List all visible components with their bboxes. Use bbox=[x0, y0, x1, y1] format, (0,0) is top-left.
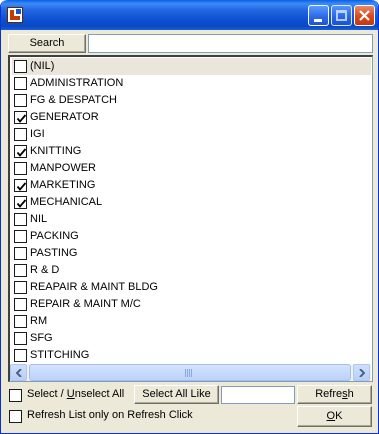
list-item-checkbox[interactable] bbox=[14, 162, 27, 175]
refresh-button[interactable]: Refresh bbox=[297, 385, 372, 404]
list-item[interactable]: GENERATOR bbox=[12, 109, 371, 126]
app-icon bbox=[7, 7, 23, 23]
scroll-left-button[interactable] bbox=[10, 364, 27, 381]
list-item-label: FG & DESPATCH bbox=[30, 94, 117, 106]
list-item[interactable]: REAPAIR & MAINT BLDG bbox=[12, 279, 371, 296]
list-item-label: MARKETING bbox=[30, 179, 96, 191]
list-item-checkbox[interactable] bbox=[14, 230, 27, 243]
list-item-checkbox[interactable] bbox=[14, 196, 27, 209]
list-item-checkbox[interactable] bbox=[14, 128, 27, 141]
list-item[interactable]: MARKETING bbox=[12, 177, 371, 194]
refresh-on-click-label: Refresh List only on Refresh Click bbox=[27, 409, 193, 421]
list-item[interactable]: FG & DESPATCH bbox=[12, 92, 371, 109]
scroll-right-button[interactable] bbox=[353, 364, 370, 381]
list-item-checkbox[interactable] bbox=[14, 60, 27, 73]
maximize-icon bbox=[336, 10, 347, 21]
list-item-checkbox[interactable] bbox=[14, 111, 27, 124]
list-item[interactable]: NIL bbox=[12, 211, 371, 228]
list-item[interactable]: MECHANICAL bbox=[12, 194, 371, 211]
search-button[interactable]: Search bbox=[8, 34, 86, 53]
list-item-checkbox[interactable] bbox=[14, 264, 27, 277]
search-input[interactable] bbox=[88, 34, 373, 53]
select-unselect-all-label: Select / Unselect All bbox=[27, 388, 125, 400]
list-item-checkbox[interactable] bbox=[14, 298, 27, 311]
list-item-checkbox[interactable] bbox=[14, 315, 27, 328]
list-item-label: R & D bbox=[30, 264, 60, 276]
list-item-checkbox[interactable] bbox=[14, 332, 27, 345]
list-item[interactable]: RM bbox=[12, 313, 371, 330]
list-item-label: SFG bbox=[30, 332, 53, 344]
list-item-checkbox[interactable] bbox=[14, 145, 27, 158]
close-icon bbox=[359, 10, 370, 21]
list-item[interactable]: R & D bbox=[12, 262, 371, 279]
list-item-label: NIL bbox=[30, 213, 48, 225]
list-item-checkbox[interactable] bbox=[14, 77, 27, 90]
select-all-like-button[interactable]: Select All Like bbox=[134, 385, 219, 404]
list-item[interactable]: KNITTING bbox=[12, 143, 371, 160]
list-item-label: REPAIR & MAINT M/C bbox=[30, 298, 141, 310]
grip-icon bbox=[185, 369, 193, 377]
select-unselect-all-checkbox[interactable] bbox=[9, 389, 22, 402]
list-item[interactable]: REPAIR & MAINT M/C bbox=[12, 296, 371, 313]
list-item-label: KNITTING bbox=[30, 145, 82, 157]
title-bar[interactable] bbox=[1, 0, 378, 30]
close-button[interactable] bbox=[354, 5, 375, 26]
list-item-label: (NIL) bbox=[30, 60, 55, 72]
list-item-label: PASTING bbox=[30, 247, 78, 259]
list-item-checkbox[interactable] bbox=[14, 213, 27, 226]
list-item-label: RM bbox=[30, 315, 48, 327]
checkmark-icon bbox=[16, 114, 27, 123]
list-item-label: STITCHING bbox=[30, 349, 90, 361]
select-like-input[interactable] bbox=[221, 386, 295, 404]
dialog-window: Search (NIL) ADMINISTRATION FG & DESPATCH G… bbox=[0, 0, 379, 434]
ok-button[interactable]: OK bbox=[297, 406, 372, 427]
list-item-checkbox[interactable] bbox=[14, 247, 27, 260]
list-item-label: MECHANICAL bbox=[30, 196, 103, 208]
checkmark-icon bbox=[16, 148, 27, 157]
list-item-label: PACKING bbox=[30, 230, 79, 242]
list-item[interactable]: PACKING bbox=[12, 228, 371, 245]
refresh-on-click-checkbox[interactable] bbox=[9, 410, 22, 423]
list-item[interactable]: PASTING bbox=[12, 245, 371, 262]
scroll-thumb[interactable] bbox=[29, 364, 351, 381]
list-item[interactable]: (NIL) bbox=[12, 58, 371, 75]
list-item-label: IGI bbox=[30, 128, 45, 140]
list-item-checkbox[interactable] bbox=[14, 179, 27, 192]
list-item[interactable]: SFG bbox=[12, 330, 371, 347]
list-item-label: REAPAIR & MAINT BLDG bbox=[30, 281, 158, 293]
horizontal-scrollbar[interactable] bbox=[10, 364, 371, 381]
list-item-label: MANPOWER bbox=[30, 162, 96, 174]
checkmark-icon bbox=[16, 199, 27, 208]
list-item[interactable]: MANPOWER bbox=[12, 160, 371, 177]
list-item[interactable]: IGI bbox=[12, 126, 371, 143]
list-item-checkbox[interactable] bbox=[14, 281, 27, 294]
arrow-right-icon bbox=[359, 369, 365, 377]
list-item-checkbox[interactable] bbox=[14, 94, 27, 107]
minimize-icon bbox=[314, 19, 322, 22]
maximize-button[interactable] bbox=[331, 5, 352, 26]
checkbox-list[interactable]: (NIL) ADMINISTRATION FG & DESPATCH GENERATO… bbox=[8, 55, 373, 382]
arrow-left-icon bbox=[16, 369, 22, 377]
checkmark-icon bbox=[16, 182, 27, 191]
list-item-checkbox[interactable] bbox=[14, 349, 27, 362]
list-item-label: GENERATOR bbox=[30, 111, 99, 123]
list-item-label: ADMINISTRATION bbox=[30, 77, 124, 89]
list-item[interactable]: STITCHING bbox=[12, 347, 371, 364]
minimize-button[interactable] bbox=[308, 5, 329, 26]
list-item[interactable]: ADMINISTRATION bbox=[12, 75, 371, 92]
